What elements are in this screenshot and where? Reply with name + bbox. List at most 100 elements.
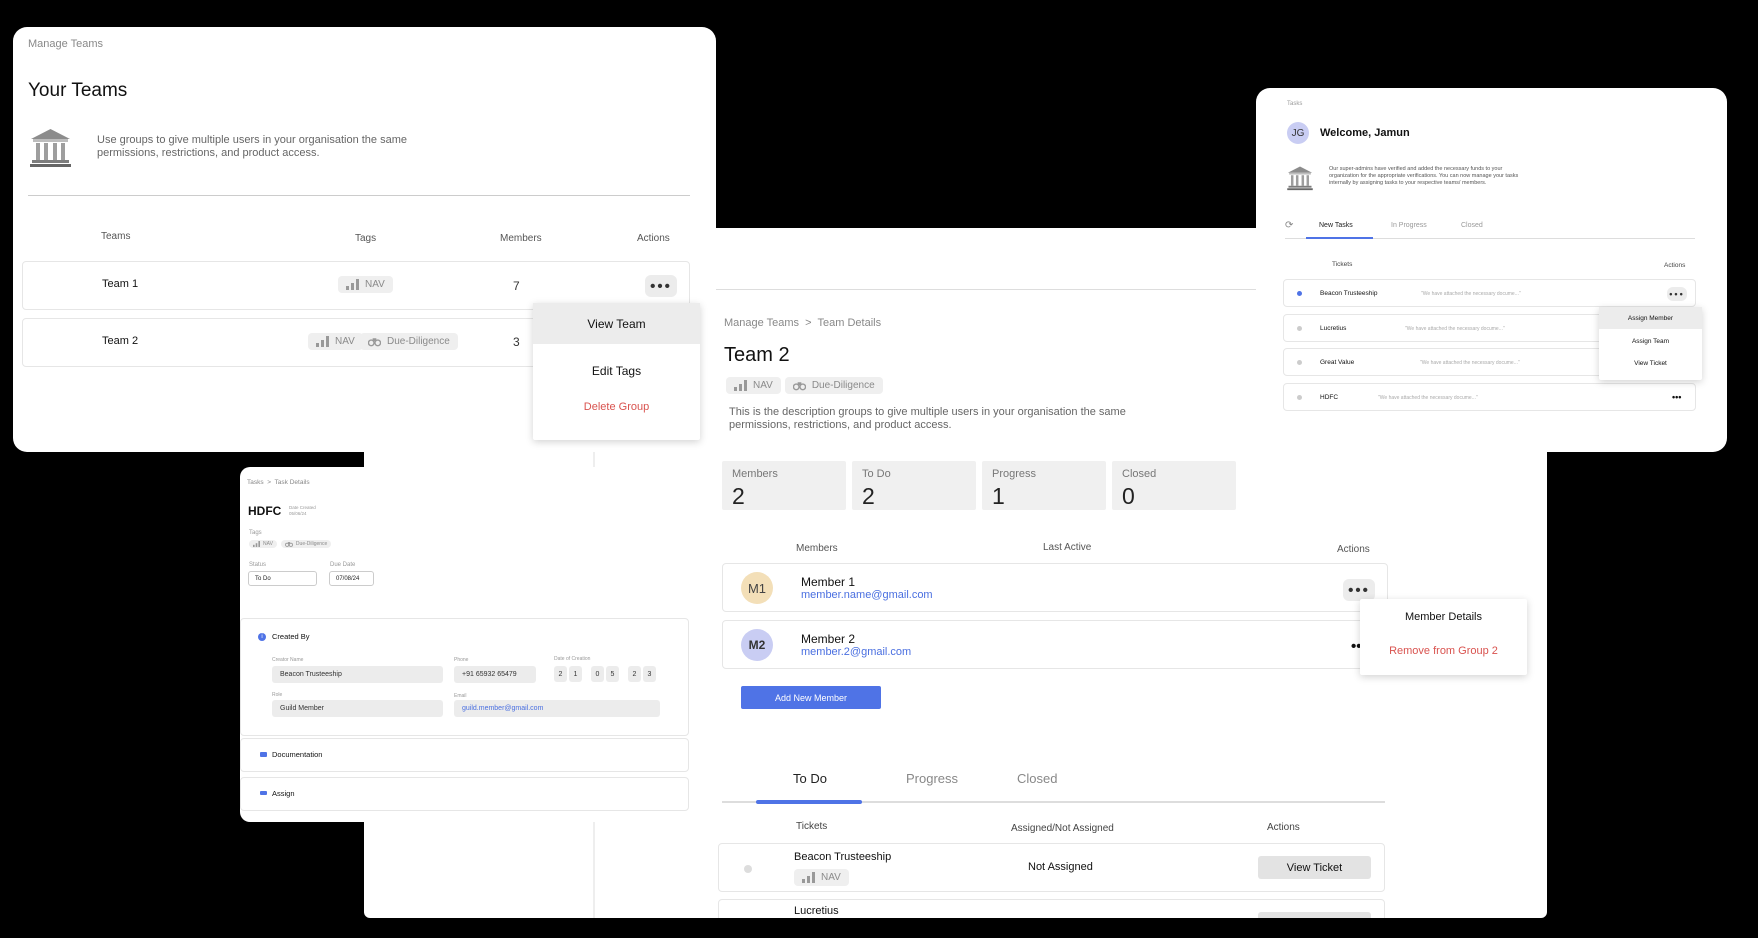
task-name: Lucretius — [1320, 325, 1347, 332]
view-team-item[interactable]: View Team — [533, 303, 700, 344]
assign-team-item[interactable]: Assign Team — [1599, 338, 1702, 345]
breadcrumb[interactable]: Manage Teams — [28, 38, 103, 50]
date-digit: 2 — [554, 666, 567, 682]
more-actions-button[interactable]: ••• — [1667, 287, 1687, 301]
col-teams: Teams — [101, 231, 131, 242]
breadcrumb-current: Task Details — [274, 479, 310, 486]
date-digit: 1 — [569, 666, 582, 682]
stat-todo: To Do 2 — [852, 461, 976, 510]
bank-icon — [1287, 166, 1313, 191]
documentation-section[interactable]: Documentation — [240, 738, 689, 772]
ticket-row[interactable]: Lucretius — [718, 899, 1385, 918]
status-dot — [1297, 291, 1302, 296]
role-field: Guild Member — [272, 700, 443, 717]
col-actions: Actions — [1337, 544, 1370, 555]
more-actions-button[interactable]: ••• — [645, 275, 677, 297]
tag-nav: NAV — [338, 276, 393, 293]
view-ticket-button[interactable] — [1258, 912, 1371, 918]
welcome-description: Our super-admins have verified and added… — [1329, 166, 1519, 186]
phone-field: +91 65932 65479 — [454, 666, 536, 683]
due-date-label: Due Date — [330, 562, 356, 568]
task-title: HDFC — [248, 504, 282, 518]
more-actions-button[interactable]: ••• — [1343, 579, 1375, 601]
ticket-row[interactable]: Beacon Trusteeship NAV Not Assigned View… — [718, 843, 1385, 892]
assign-member-item[interactable]: Assign Member — [1599, 307, 1702, 329]
tab-in-progress[interactable]: In Progress — [1391, 222, 1427, 229]
member-email[interactable]: member.name@gmail.com — [801, 589, 933, 601]
delete-group-item[interactable]: Delete Group — [533, 401, 700, 413]
tab-closed[interactable]: Closed — [1017, 771, 1057, 786]
stat-value: 2 — [862, 483, 875, 509]
tab-todo[interactable]: To Do — [793, 771, 827, 786]
remove-from-group-item[interactable]: Remove from Group 2 — [1360, 645, 1527, 657]
avatar: JG — [1287, 122, 1309, 144]
tags-label: Tags — [249, 530, 262, 536]
phone-label: Phone — [454, 657, 469, 663]
signal-icon — [346, 279, 359, 290]
tag-nav: NAV — [308, 333, 363, 350]
member-count: 7 — [513, 279, 520, 293]
task-row[interactable]: Beacon Trusteeship "We have attached the… — [1283, 279, 1696, 307]
more-actions-icon[interactable]: ••• — [1672, 392, 1681, 402]
tag-label: NAV — [753, 380, 773, 391]
tab-closed[interactable]: Closed — [1461, 222, 1483, 229]
breadcrumb-root[interactable]: Tasks — [247, 479, 264, 486]
tag-label: Due-Diligence — [811, 380, 875, 391]
status-select[interactable]: To Do — [248, 571, 317, 586]
email-field[interactable]: guild.member@gmail.com — [454, 700, 660, 717]
edit-tags-item[interactable]: Edit Tags — [533, 364, 700, 378]
task-note: "We have attached the necessary docume..… — [1378, 395, 1478, 401]
view-ticket-item[interactable]: View Ticket — [1599, 360, 1702, 367]
tag-label: NAV — [365, 279, 385, 290]
tag-nav: NAV — [726, 377, 781, 394]
col-actions: Actions — [1664, 262, 1686, 269]
member-name: Member 2 — [801, 632, 856, 646]
status-dot — [1297, 395, 1302, 400]
assign-title: Assign — [272, 789, 295, 798]
tab-active-indicator — [1306, 237, 1373, 239]
ticket-name: Beacon Trusteeship — [794, 851, 892, 863]
breadcrumb: Manage Teams > Team Details — [724, 317, 881, 329]
email-label: Email — [454, 693, 467, 699]
welcome-title: Welcome, Jamun — [1320, 127, 1410, 139]
stat-label: Closed — [1122, 468, 1157, 480]
creator-name-label: Creator Name — [272, 657, 304, 663]
date-digit: 2 — [628, 666, 641, 682]
task-name: HDFC — [1320, 394, 1339, 401]
task-row[interactable]: HDFC "We have attached the necessary doc… — [1283, 383, 1696, 411]
tab-new-tasks[interactable]: New Tasks — [1319, 222, 1353, 229]
task-name: Great Value — [1320, 359, 1355, 366]
task-name: Beacon Trusteeship — [1320, 290, 1378, 297]
status-dot — [1297, 360, 1302, 365]
add-member-button[interactable]: Add New Member — [741, 686, 881, 709]
tab-progress[interactable]: Progress — [906, 771, 958, 786]
member-name: Member 1 — [801, 575, 856, 589]
tag-nav: NAV — [794, 869, 849, 886]
tag-due-diligence: Due-Diligence — [280, 540, 332, 548]
assign-section[interactable]: Assign — [240, 777, 689, 811]
member-row[interactable]: M2 Member 2 member.2@gmail.com ••• — [722, 620, 1388, 669]
col-assigned: Assigned/Not Assigned — [1011, 823, 1114, 834]
signal-icon — [253, 541, 260, 547]
stat-value: 2 — [732, 483, 745, 509]
team-name: Team 2 — [102, 335, 139, 347]
status-label: Status — [249, 562, 267, 568]
refresh-icon[interactable]: ⟳ — [1285, 220, 1293, 231]
member-details-item[interactable]: Member Details — [1360, 611, 1527, 623]
team-name: Team 1 — [102, 278, 139, 290]
breadcrumb[interactable]: Tasks — [1287, 101, 1302, 107]
view-ticket-button[interactable]: View Ticket — [1258, 856, 1371, 879]
member-row[interactable]: M1 Member 1 member.name@gmail.com ••• — [722, 563, 1388, 612]
tag-list: NAV Due-Diligence — [726, 377, 883, 394]
breadcrumb-root[interactable]: Manage Teams — [724, 317, 799, 329]
tag-due-diligence: Due-Diligence — [360, 333, 458, 350]
info-icon: i — [258, 633, 266, 641]
task-details-panel: Tasks > Task Details HDFC Date Created 0… — [240, 467, 699, 822]
col-ticket-actions: Actions — [1267, 822, 1300, 833]
breadcrumb-sep: > — [267, 479, 272, 486]
breadcrumb-sep: > — [805, 317, 812, 329]
member-email[interactable]: member.2@gmail.com — [801, 646, 911, 658]
due-date-input[interactable]: 07/08/24 — [329, 571, 374, 586]
task-date-label: Date Created — [289, 505, 316, 510]
breadcrumb-current: Team Details — [817, 317, 882, 329]
